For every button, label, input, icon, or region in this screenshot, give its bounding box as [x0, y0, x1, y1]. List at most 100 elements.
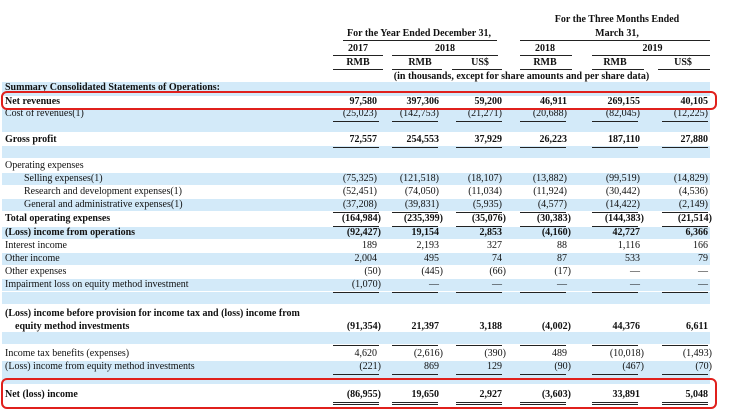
cell-2018-usd: 3,188: [479, 321, 503, 332]
cell-q1-2018: (11,924): [533, 186, 567, 197]
row-label: Income tax benefits (expenses): [5, 348, 130, 359]
cell-q1-2019-rmb: 533: [625, 253, 640, 264]
row-label: Selling expenses(1): [24, 173, 103, 184]
cell-2017: (50): [364, 266, 381, 277]
row-selling-expenses: Selling expenses(1) (75,325) (121,518) (…: [2, 173, 710, 185]
cell-q1-2019-rmb: 42,727: [612, 227, 641, 238]
cell-2018-rmb: (74,050): [404, 186, 439, 197]
cell-2017: (91,354): [346, 321, 381, 332]
row-label: Total operating expenses: [5, 213, 111, 224]
cell-2018-rmb: 2,193: [416, 240, 440, 251]
cell-q1-2019-usd: 27,880: [680, 134, 709, 145]
cell-q1-2019-usd: 6,366: [685, 227, 709, 238]
row-label: (Loss) income from operations: [5, 227, 136, 238]
cell-2017: 4,620: [354, 348, 378, 359]
cell-q1-2018: (90): [554, 361, 571, 372]
cell-2017: (52,451): [342, 186, 377, 197]
cell-2018-rmb: —: [429, 279, 439, 290]
header-three-months-line2: March 31,: [595, 28, 639, 39]
cell-q1-2019-rmb: 1,116: [617, 240, 640, 251]
cell-2018-rmb: 19,154: [411, 227, 440, 238]
cell-2017: 72,557: [349, 134, 378, 145]
cell-2018-usd: (35,076): [471, 213, 506, 224]
cell-2018-rmb: (121,518): [399, 173, 439, 184]
header-currency-2: RMB: [408, 57, 432, 68]
cell-q1-2019-rmb: (10,018): [609, 348, 644, 359]
cell-2018-usd: (390): [484, 348, 506, 359]
cell-2018-usd: 37,929: [474, 134, 503, 145]
row-label: Research and development expenses(1): [24, 186, 182, 197]
cell-q1-2019-usd: 79: [698, 253, 708, 264]
cell-q1-2019-rmb: (14,422): [605, 199, 640, 210]
cell-q1-2018: (4,002): [541, 321, 571, 332]
row-label: Interest income: [5, 240, 67, 251]
header-year-2019-quarter: 2019: [642, 43, 663, 54]
cell-2018-rmb: (39,831): [404, 199, 439, 210]
row-label: Gross profit: [5, 134, 57, 145]
row-equity-method: (Loss) income from equity method investm…: [2, 361, 712, 373]
cell-q1-2018: 88: [557, 240, 567, 251]
cell-2018-usd: (18,107): [467, 173, 502, 184]
header-year-2018-quarter: 2018: [535, 43, 555, 54]
cell-2018-usd: (5,935): [472, 199, 502, 210]
cell-q1-2019-usd: (14,829): [673, 173, 708, 184]
row-label: (Loss) income from equity method investm…: [5, 361, 195, 372]
cell-2017: (221): [359, 361, 381, 372]
cell-2018-rmb: 495: [424, 253, 439, 264]
cell-2018-rmb: (2,616): [413, 348, 443, 359]
row-operating-expenses: Operating expenses: [2, 160, 710, 172]
row-label: Other expenses: [5, 266, 67, 277]
cell-2018-rmb: (235,399): [403, 213, 443, 224]
highlight-net-income: [1, 378, 717, 409]
row-interest-income: Interest income 189 2,193 327 88 1,116 1…: [2, 240, 710, 252]
row-label: equity method investments: [15, 321, 130, 332]
cell-q1-2018: 87: [557, 253, 567, 264]
row-pretax-income: equity method investments (91,354) 21,39…: [2, 321, 710, 333]
header-currency-4: RMB: [533, 57, 557, 68]
header-year-2017: 2017: [348, 43, 368, 54]
cell-q1-2019-usd: (70): [695, 361, 712, 372]
cell-q1-2019-usd: (1,493): [682, 348, 712, 359]
cell-2018-usd: —: [492, 279, 502, 290]
cell-q1-2019-usd: (4,536): [678, 186, 708, 197]
cell-2018-usd: 129: [487, 361, 502, 372]
header-units-note: (in thousands, except for share amounts …: [393, 71, 650, 82]
cell-2018-rmb: 869: [424, 361, 439, 372]
header-currency-1: RMB: [346, 57, 370, 68]
cell-q1-2019-usd: 166: [693, 240, 708, 251]
cell-2017: (1,070): [351, 279, 381, 290]
cell-2017: 2,004: [354, 253, 378, 264]
cell-q1-2019-rmb: —: [630, 279, 640, 290]
cell-q1-2019-usd: 6,611: [686, 321, 708, 332]
header-currency-5: RMB: [603, 57, 627, 68]
cell-q1-2019-rmb: 44,376: [612, 321, 641, 332]
cell-q1-2018: 489: [552, 348, 567, 359]
cell-2017: 189: [362, 240, 377, 251]
cell-q1-2018: (17): [554, 266, 571, 277]
cell-q1-2019-rmb: (144,383): [604, 213, 644, 224]
header-year-group: For the Year Ended December 31,: [346, 28, 492, 39]
cell-q1-2019-usd: (21,514): [677, 213, 712, 224]
row-research-development: Research and development expenses(1) (52…: [2, 186, 710, 198]
shade-band: [2, 292, 710, 304]
cell-q1-2019-usd: —: [698, 279, 708, 290]
row-impairment-loss: Impairment loss on equity method investm…: [2, 279, 710, 291]
cell-q1-2019-rmb: (467): [622, 361, 644, 372]
row-total-operating-expenses: Total operating expenses (164,984) (235,…: [2, 213, 712, 225]
row-label: Operating expenses: [5, 160, 84, 171]
row-general-administrative: General and administrative expenses(1) (…: [2, 199, 710, 211]
cell-2018-usd: 2,853: [479, 227, 503, 238]
header-currency-3: US$: [471, 57, 489, 68]
header-currency-6: US$: [674, 57, 692, 68]
cell-2018-usd: 327: [487, 240, 502, 251]
cell-q1-2018: (13,882): [532, 173, 567, 184]
row-label: General and administrative expenses(1): [24, 199, 183, 210]
row-label: Impairment loss on equity method investm…: [5, 279, 189, 290]
cell-2017: (92,427): [346, 227, 381, 238]
shade-band: [2, 332, 710, 344]
header-three-months-line1: For the Three Months Ended: [554, 14, 680, 25]
cell-q1-2019-usd: —: [698, 266, 708, 277]
cell-2018-usd: (11,034): [468, 186, 502, 197]
cell-q1-2018: —: [557, 279, 567, 290]
cell-q1-2018: (4,160): [541, 227, 571, 238]
